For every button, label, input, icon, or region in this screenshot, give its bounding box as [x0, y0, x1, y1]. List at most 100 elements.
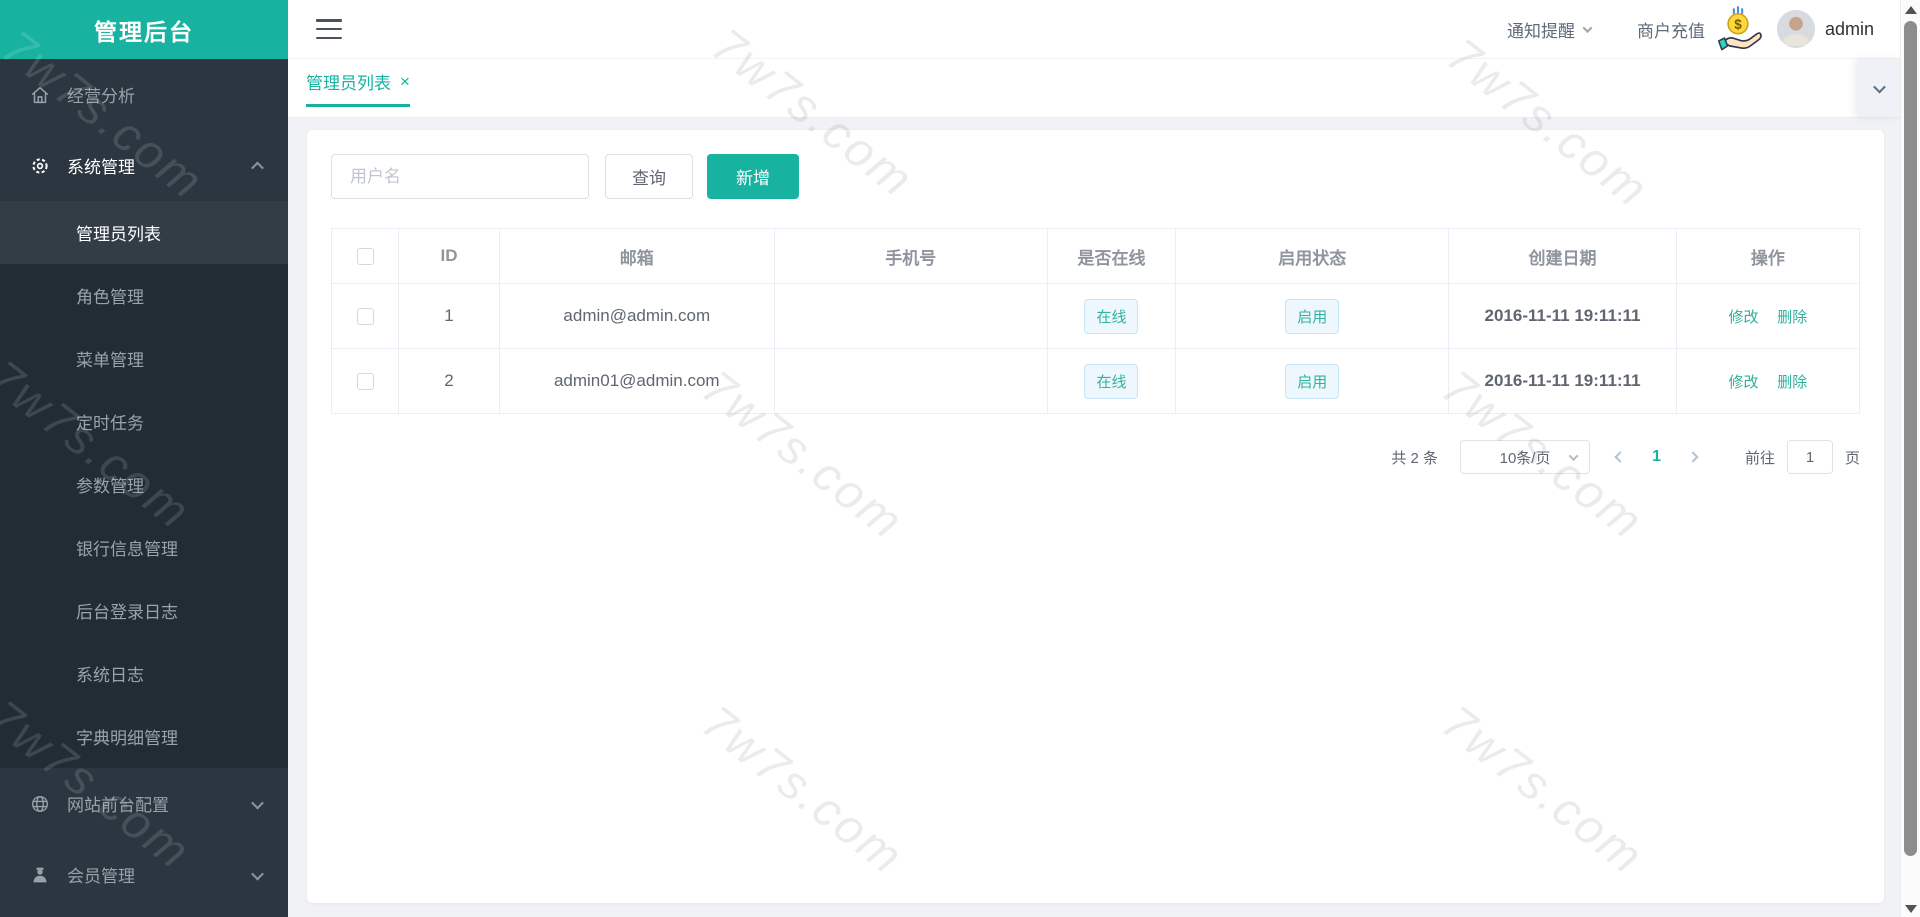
- delete-link[interactable]: 删除: [1777, 309, 1807, 326]
- page-unit-label: 页: [1844, 449, 1860, 467]
- sidebar-item-label: 后台登录日志: [76, 603, 178, 622]
- globe-icon: [28, 792, 52, 816]
- sidebar-item-label: 管理员列表: [76, 225, 161, 244]
- chevron-down-icon: [251, 794, 264, 814]
- sidebar-item-dictionary-detail[interactable]: 字典明细管理: [0, 705, 288, 768]
- sidebar-item-bank-info-management[interactable]: 银行信息管理: [0, 516, 288, 579]
- cell-phone: [773, 283, 1048, 349]
- cell-id: 2: [398, 348, 500, 414]
- add-button[interactable]: 新增: [707, 154, 799, 199]
- scroll-down-arrow-icon[interactable]: [1905, 905, 1917, 913]
- row-checkbox[interactable]: [356, 373, 374, 391]
- table-row: 2 admin01@admin.com 在线 启用 2016-11-11 19:…: [330, 348, 1861, 414]
- tab-bar: 管理员列表 ×: [288, 59, 1900, 118]
- coin-hand-icon[interactable]: $: [1713, 4, 1763, 59]
- goto-label: 前往: [1744, 449, 1775, 467]
- online-badge: 在线: [1084, 298, 1139, 334]
- cell-id: 1: [398, 283, 500, 349]
- cell-phone: [773, 348, 1048, 414]
- tab-admin-list[interactable]: 管理员列表 ×: [306, 59, 410, 107]
- row-checkbox[interactable]: [356, 308, 374, 326]
- sidebar-item-backend-login-log[interactable]: 后台登录日志: [0, 579, 288, 642]
- notice-label: 通知提醒: [1506, 21, 1575, 41]
- navbar-right: 通知提醒 商户充值 $ admin: [1507, 0, 1874, 59]
- cell-created: 2016-11-11 19:11:11: [1448, 283, 1677, 349]
- content-card: 查询 新增 ID 邮箱 手机号 是否在线 启用状态 创建日期: [307, 130, 1884, 903]
- chevron-down-icon: [1568, 450, 1579, 461]
- select-all-checkbox[interactable]: [356, 248, 374, 266]
- sidebar-item-label: 经营分析: [67, 87, 135, 106]
- cell-created: 2016-11-11 19:11:11: [1448, 348, 1677, 414]
- app-logo: 管理后台: [0, 0, 288, 59]
- notice-dropdown[interactable]: 通知提醒: [1506, 17, 1593, 42]
- sidebar-item-label: 系统日志: [76, 666, 144, 685]
- sidebar-item-system-log[interactable]: 系统日志: [0, 642, 288, 705]
- table-row: 1 admin@admin.com 在线 启用 2016-11-11 19:11…: [330, 283, 1861, 349]
- hamburger-menu-icon[interactable]: [316, 19, 342, 39]
- prev-page-button[interactable]: [1614, 451, 1626, 463]
- user-avatar[interactable]: [1776, 10, 1815, 48]
- sidebar-item-system-management[interactable]: 系统管理: [0, 130, 288, 201]
- page-size-value: 10条/页: [1499, 449, 1551, 467]
- goto-page-input[interactable]: [1786, 440, 1833, 474]
- online-badge: 在线: [1084, 363, 1139, 399]
- column-header-status: 启用状态: [1175, 228, 1450, 284]
- username-label[interactable]: admin: [1825, 19, 1874, 40]
- sidebar-item-menu-management[interactable]: 菜单管理: [0, 327, 288, 390]
- scrollbar-thumb[interactable]: [1904, 21, 1917, 856]
- merchant-recharge-link[interactable]: 商户充值: [1637, 17, 1705, 42]
- close-icon[interactable]: ×: [400, 73, 410, 90]
- column-header-email: 邮箱: [498, 228, 775, 284]
- admin-table: ID 邮箱 手机号 是否在线 启用状态 创建日期 操作 1 admin@admi…: [330, 228, 1861, 414]
- sidebar-item-label: 会员管理: [67, 867, 135, 886]
- member-icon: [28, 863, 52, 887]
- scroll-up-arrow-icon[interactable]: [1905, 6, 1917, 14]
- tab-label: 管理员列表: [306, 74, 391, 93]
- total-count-label: 共 2 条: [1391, 449, 1439, 467]
- sidebar-item-business-analysis[interactable]: 经营分析: [0, 59, 288, 130]
- sidebar-item-parameter-management[interactable]: 参数管理: [0, 453, 288, 516]
- pagination: 共 2 条 10条/页 1 前往 页: [331, 440, 1860, 474]
- vertical-scrollbar[interactable]: [1900, 0, 1920, 917]
- top-navbar: 通知提醒 商户充值 $ admin: [288, 0, 1900, 59]
- current-page-number[interactable]: 1: [1652, 448, 1661, 466]
- chevron-left-icon: [1614, 451, 1626, 463]
- chevron-down-icon: [1872, 80, 1886, 93]
- sidebar-item-scheduled-tasks[interactable]: 定时任务: [0, 390, 288, 453]
- sidebar: 管理后台 经营分析 系统管理 管理员列表 角色管理 菜单管理 定时任务 参数管理…: [0, 0, 288, 917]
- sidebar-item-label: 银行信息管理: [76, 540, 178, 559]
- page-size-select[interactable]: 10条/页: [1460, 440, 1591, 474]
- username-input[interactable]: [331, 154, 589, 199]
- edit-link[interactable]: 修改: [1729, 309, 1759, 326]
- sidebar-item-label: 定时任务: [76, 414, 144, 433]
- select-all-cell: [330, 228, 400, 284]
- table-header-row: ID 邮箱 手机号 是否在线 启用状态 创建日期 操作: [330, 228, 1861, 284]
- chevron-down-icon: [251, 865, 264, 885]
- main-content: 查询 新增 ID 邮箱 手机号 是否在线 启用状态 创建日期: [288, 118, 1900, 917]
- svg-text:$: $: [1734, 17, 1742, 32]
- tab-overflow-button[interactable]: [1858, 59, 1900, 117]
- sidebar-item-label: 字典明细管理: [76, 729, 178, 748]
- delete-link[interactable]: 删除: [1777, 374, 1807, 391]
- cell-email: admin@admin.com: [498, 283, 775, 349]
- sidebar-item-website-frontend-config[interactable]: 网站前台配置: [0, 768, 288, 839]
- column-header-created: 创建日期: [1448, 228, 1677, 284]
- sidebar-item-label: 系统管理: [67, 158, 135, 177]
- status-badge: 启用: [1285, 363, 1340, 399]
- column-header-actions: 操作: [1675, 228, 1861, 284]
- chevron-right-icon: [1687, 451, 1699, 463]
- edit-link[interactable]: 修改: [1729, 374, 1759, 391]
- next-page-button[interactable]: [1687, 451, 1699, 463]
- sidebar-submenu-system: 管理员列表 角色管理 菜单管理 定时任务 参数管理 银行信息管理 后台登录日志 …: [0, 201, 288, 768]
- home-icon: [28, 83, 52, 107]
- sidebar-item-label: 参数管理: [76, 477, 144, 496]
- filter-toolbar: 查询 新增: [331, 154, 1860, 199]
- chevron-up-icon: [251, 156, 264, 176]
- sidebar-item-admin-list[interactable]: 管理员列表: [0, 201, 288, 264]
- column-header-id: ID: [398, 228, 500, 284]
- column-header-phone: 手机号: [773, 228, 1048, 284]
- sidebar-item-role-management[interactable]: 角色管理: [0, 264, 288, 327]
- query-button[interactable]: 查询: [605, 154, 693, 199]
- sidebar-item-member-management[interactable]: 会员管理: [0, 839, 288, 910]
- gear-icon: [28, 154, 52, 178]
